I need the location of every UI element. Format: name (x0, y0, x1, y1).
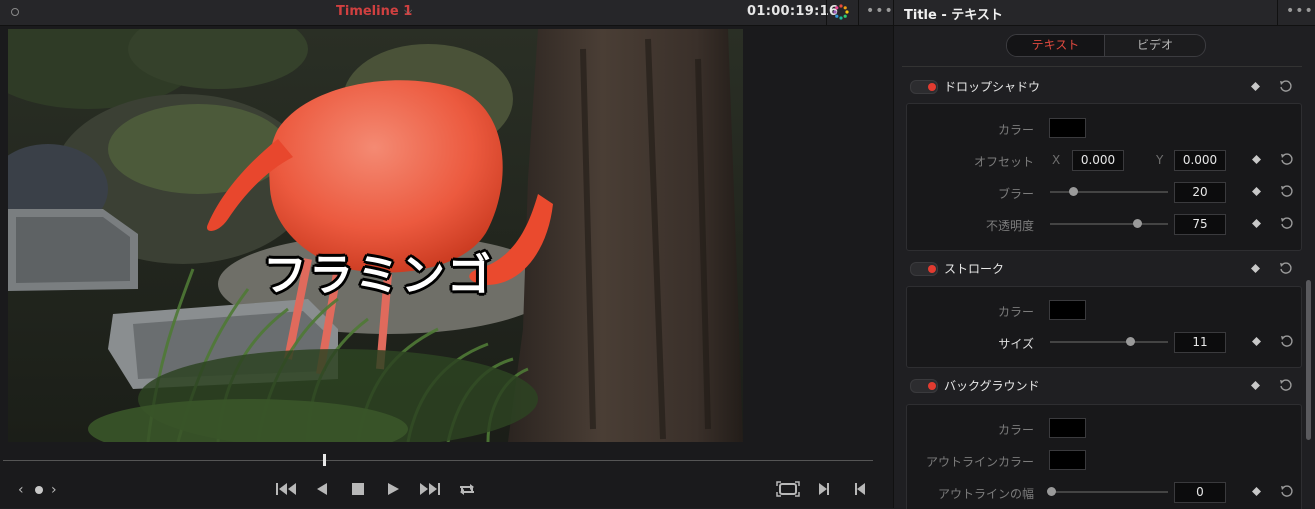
timecode-display[interactable]: 01:00:19:16 (747, 4, 838, 19)
section-background: バックグラウンド (894, 373, 1304, 397)
color-label: カラー (997, 123, 1034, 137)
inspector-title: Title - テキスト (904, 8, 1003, 23)
keyframe-icon[interactable] (1252, 219, 1261, 228)
outline-color-label: アウトラインカラー (925, 455, 1034, 469)
fullscreen-icon[interactable] (776, 480, 800, 498)
tab-video[interactable]: ビデオ (1105, 35, 1205, 56)
blur-field[interactable]: 20 (1174, 182, 1226, 203)
section-title[interactable]: バックグラウンド (944, 377, 1040, 394)
more-icon[interactable]: ••• (866, 3, 894, 19)
reset-icon[interactable] (1279, 261, 1293, 275)
blur-slider-handle[interactable] (1069, 187, 1078, 196)
keyframe-icon[interactable] (1252, 155, 1261, 164)
toggle-knob (928, 382, 936, 390)
reset-icon[interactable] (1280, 216, 1294, 230)
skip-forward-icon[interactable] (420, 483, 440, 495)
divider (826, 0, 827, 25)
stroke-toggle[interactable] (910, 262, 938, 276)
video-image (8, 29, 743, 442)
offset-label: オフセット (973, 155, 1034, 169)
tab-text[interactable]: テキスト (1007, 35, 1105, 56)
divider (902, 66, 1302, 67)
offset-y-axis-label: Y (1156, 153, 1164, 167)
stroke-color-swatch[interactable] (1049, 300, 1086, 320)
size-field[interactable]: 11 (1174, 332, 1226, 353)
outline-width-slider-handle[interactable] (1047, 487, 1056, 496)
outline-width-label: アウトラインの幅 (937, 487, 1034, 501)
inspector-header: Title - テキスト ••• (894, 0, 1315, 26)
divider (1277, 0, 1278, 25)
opacity-slider-track[interactable] (1050, 223, 1168, 225)
section-title[interactable]: ストローク (944, 260, 1004, 277)
section-drop-shadow: ドロップシャドウ (894, 74, 1304, 98)
play-reverse-icon[interactable] (317, 483, 327, 495)
outline-color-swatch[interactable] (1049, 450, 1086, 470)
outline-width-field[interactable]: 0 (1174, 482, 1226, 503)
background-toggle[interactable] (910, 379, 938, 393)
keyframe-icon[interactable] (1251, 264, 1260, 273)
inspector-panel: Title - テキスト ••• テキスト ビデオ ドロップシャドウ カラー オ… (893, 0, 1315, 509)
color-label: カラー (997, 305, 1034, 319)
shadow-color-swatch[interactable] (1049, 118, 1086, 138)
drop-shadow-toggle[interactable] (910, 80, 938, 94)
opacity-slider-handle[interactable] (1133, 219, 1142, 228)
prev-frame-icon[interactable] (852, 480, 868, 498)
size-slider-track[interactable] (1050, 341, 1168, 343)
video-frame[interactable]: フラミンゴ (8, 29, 743, 442)
viewer-panel: Timeline 1 ⌵ 01:00:19:16 ••• フラミンゴ ‹ › (0, 0, 893, 508)
loop-icon[interactable] (460, 484, 474, 495)
more-icon[interactable]: ••• (1286, 3, 1314, 19)
opacity-label: 不透明度 (985, 219, 1034, 233)
section-title[interactable]: ドロップシャドウ (944, 78, 1040, 95)
play-icon[interactable] (388, 483, 399, 495)
reset-icon[interactable] (1280, 152, 1294, 166)
skip-back-icon[interactable] (276, 483, 296, 495)
keyframe-icon[interactable] (1251, 381, 1260, 390)
playhead[interactable] (323, 454, 326, 466)
toggle-knob (928, 83, 936, 91)
keyframe-icon[interactable] (1252, 187, 1261, 196)
size-slider-handle[interactable] (1126, 337, 1135, 346)
section-stroke: ストローク (894, 256, 1304, 280)
blur-label: ブラー (997, 187, 1034, 201)
offset-x-field[interactable]: 0.000 (1072, 150, 1124, 171)
outline-width-slider-track[interactable] (1050, 491, 1168, 493)
jog-wheel-icon[interactable] (35, 486, 43, 494)
offset-x-axis-label: X (1052, 153, 1061, 167)
opacity-field[interactable]: 75 (1174, 214, 1226, 235)
toggle-knob (928, 265, 936, 273)
chevron-left-icon[interactable]: ‹ (18, 482, 24, 498)
blur-slider-track[interactable] (1050, 191, 1168, 193)
stop-icon[interactable] (352, 483, 364, 495)
chevron-down-icon[interactable]: ⌵ (404, 4, 412, 18)
drop-shadow-group: カラー オフセット X 0.000 Y 0.000 ブラー 20 不透明度 75 (906, 103, 1302, 251)
reset-icon[interactable] (1280, 334, 1294, 348)
panel-menu-icon[interactable] (11, 8, 19, 16)
keyframe-icon[interactable] (1251, 82, 1260, 91)
title-overlay-text[interactable]: フラミンゴ (263, 239, 493, 303)
offset-y-field[interactable]: 0.000 (1174, 150, 1226, 171)
size-label: サイズ (998, 337, 1034, 351)
next-frame-icon[interactable] (816, 480, 832, 498)
stroke-group: カラー サイズ 11 (906, 286, 1302, 368)
reset-icon[interactable] (1279, 79, 1293, 93)
keyframe-icon[interactable] (1252, 337, 1261, 346)
divider (858, 0, 859, 25)
timeline-selector[interactable]: Timeline 1 (336, 4, 412, 19)
color-wheel-icon[interactable] (833, 4, 849, 20)
reset-icon[interactable] (1280, 484, 1294, 498)
chevron-right-icon[interactable]: › (51, 482, 57, 498)
scrubber-track[interactable] (3, 460, 873, 461)
color-label: カラー (997, 423, 1034, 437)
reset-icon[interactable] (1280, 184, 1294, 198)
transport-controls (276, 483, 474, 495)
inspector-tabs: テキスト ビデオ (1006, 34, 1206, 57)
inspector-scrollbar[interactable] (1306, 280, 1311, 440)
keyframe-icon[interactable] (1252, 487, 1261, 496)
background-color-swatch[interactable] (1049, 418, 1086, 438)
viewer-header: Timeline 1 ⌵ 01:00:19:16 ••• (0, 0, 893, 26)
reset-icon[interactable] (1279, 378, 1293, 392)
background-group: カラー アウトラインカラー アウトラインの幅 0 (906, 404, 1302, 509)
